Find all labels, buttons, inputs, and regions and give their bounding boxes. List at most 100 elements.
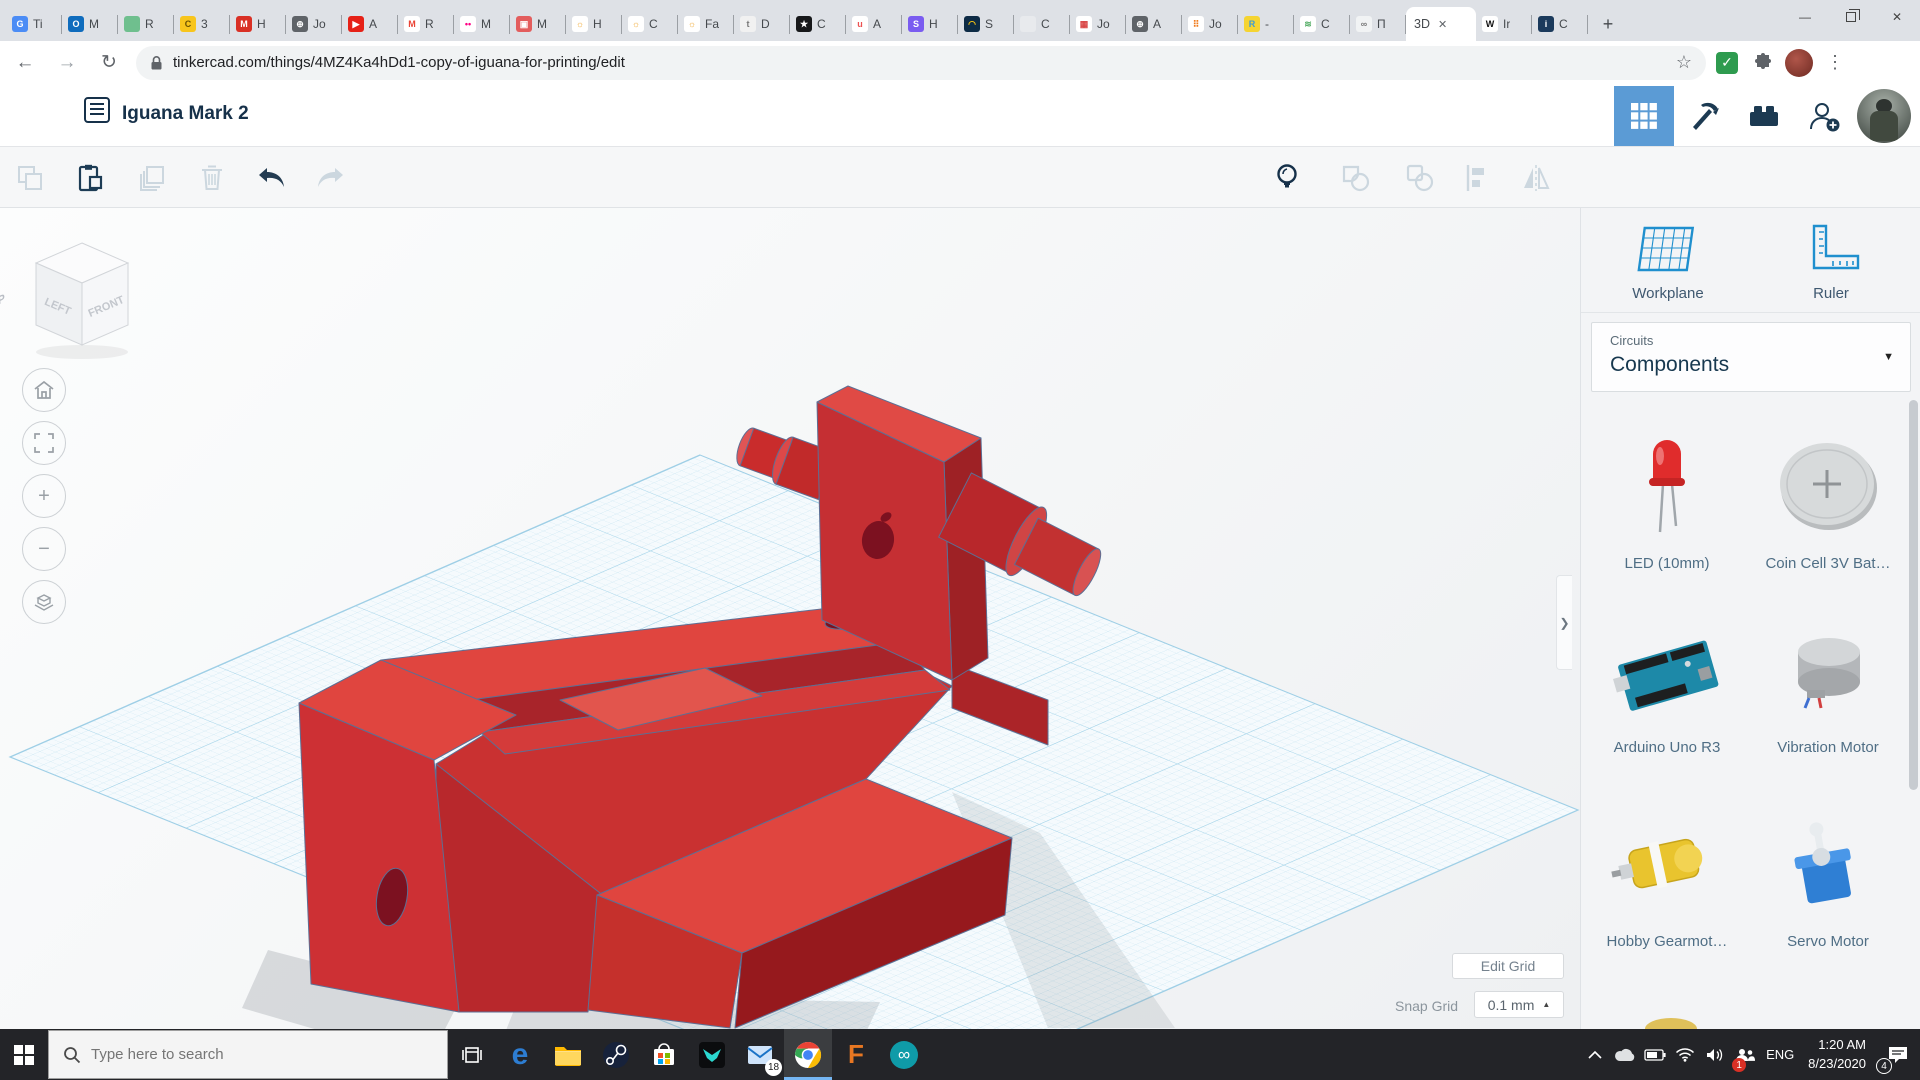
browser-tab[interactable]: ⊕ A [1126, 7, 1182, 41]
view-cube[interactable]: TOP LEFT FRONT [0, 243, 128, 359]
browser-tab[interactable]: t D [734, 7, 790, 41]
bookmark-star-icon[interactable]: ☆ [1676, 52, 1692, 73]
browser-tab[interactable]: ☼ C [622, 7, 678, 41]
mirror-button[interactable] [1518, 161, 1554, 195]
design-menu-button[interactable] [84, 97, 110, 123]
component-arduino[interactable]: Arduino Uno R3 [1592, 620, 1742, 756]
browser-tab[interactable]: ☼ Fa [678, 7, 734, 41]
panel-collapse-handle[interactable]: ❯ [1556, 575, 1572, 670]
browser-tab[interactable]: ≋ C [1294, 7, 1350, 41]
action-center-icon[interactable]: 4 [1876, 1029, 1920, 1080]
taskbar-fusion360[interactable]: F [832, 1029, 880, 1080]
component-coin-cell[interactable]: Coin Cell 3V Bat… [1753, 426, 1903, 572]
perspective-toggle-button[interactable] [22, 580, 66, 624]
taskbar-file-explorer[interactable] [544, 1029, 592, 1080]
browser-tab[interactable]: R [118, 7, 174, 41]
search-input[interactable] [91, 1046, 421, 1063]
browser-tab[interactable]: ▶ A [342, 7, 398, 41]
browser-profile-avatar[interactable] [1784, 48, 1814, 78]
browser-tab[interactable]: W Ir [1476, 7, 1532, 41]
people-icon[interactable]: 1 [1730, 1029, 1760, 1080]
onedrive-icon[interactable] [1610, 1029, 1640, 1080]
component-led[interactable]: LED (10mm) [1592, 426, 1742, 572]
volume-icon[interactable] [1700, 1029, 1730, 1080]
tinkercad-logo[interactable] [6, 87, 65, 146]
taskbar-steam[interactable] [592, 1029, 640, 1080]
group-button[interactable] [1338, 161, 1374, 195]
browser-tab[interactable]: S H [902, 7, 958, 41]
omnibox[interactable]: tinkercad.com/things/4MZ4Ka4hDd1-copy-of… [136, 46, 1706, 80]
browser-tab[interactable]: ∞ П [1350, 7, 1406, 41]
tab-close-icon[interactable]: ✕ [1438, 18, 1447, 31]
browser-tab[interactable]: M H [230, 7, 286, 41]
back-button[interactable]: ← [8, 46, 42, 80]
workplane-tool[interactable]: Workplane [1603, 222, 1733, 302]
invite-user-button[interactable] [1794, 86, 1854, 146]
browser-tab[interactable]: ⠿ Jo [1182, 7, 1238, 41]
browser-tab[interactable]: u A [846, 7, 902, 41]
ruler-tool[interactable]: Ruler [1766, 222, 1896, 302]
forward-button[interactable]: → [50, 46, 84, 80]
align-button[interactable] [1458, 161, 1494, 195]
copy-button[interactable] [12, 161, 48, 195]
wifi-icon[interactable] [1670, 1029, 1700, 1080]
taskbar-search[interactable] [48, 1030, 448, 1079]
component-servo-motor[interactable]: Servo Motor [1753, 814, 1903, 950]
window-minimize-button[interactable]: — [1782, 0, 1828, 34]
taskbar-clock[interactable]: 1:20 AM 8/23/2020 [1808, 1036, 1866, 1074]
taskbar-mail[interactable]: 18 [736, 1029, 784, 1080]
redo-button[interactable] [312, 161, 348, 195]
partial-component-thumbnail[interactable] [1641, 1016, 1701, 1029]
window-restore-button[interactable] [1828, 0, 1874, 34]
brick-export-button[interactable] [1734, 86, 1794, 146]
task-view-button[interactable] [448, 1029, 496, 1080]
browser-tab[interactable]: ★ C [790, 7, 846, 41]
battery-icon[interactable] [1640, 1029, 1670, 1080]
taskbar-predator-app[interactable] [688, 1029, 736, 1080]
browser-tab[interactable]: i C [1532, 7, 1588, 41]
component-category-dropdown[interactable]: Circuits Components ▼ [1591, 322, 1911, 392]
zoom-in-button[interactable]: + [22, 474, 66, 518]
delete-button[interactable] [194, 161, 230, 195]
3d-design-mode-button[interactable] [1614, 86, 1674, 146]
minecraft-export-button[interactable] [1674, 86, 1734, 146]
taskbar-arduino-ide[interactable]: ∞ [880, 1029, 928, 1080]
zoom-out-button[interactable]: − [22, 527, 66, 571]
browser-tab[interactable]: 3D ✕ [1406, 7, 1476, 41]
window-close-button[interactable]: ✕ [1874, 0, 1920, 34]
fit-view-button[interactable] [22, 421, 66, 465]
browser-tab[interactable]: C [1014, 7, 1070, 41]
snap-grid-dropdown[interactable]: 0.1 mm ▲ [1474, 991, 1564, 1018]
reload-button[interactable]: ↻ [92, 46, 126, 80]
panel-scrollbar[interactable] [1909, 208, 1918, 1029]
panel-scrollbar-thumb[interactable] [1909, 400, 1918, 790]
taskbar-ms-store[interactable] [640, 1029, 688, 1080]
language-indicator[interactable]: ENG [1760, 1029, 1800, 1080]
tray-chevron-icon[interactable] [1580, 1029, 1610, 1080]
taskbar-edge[interactable]: e [496, 1029, 544, 1080]
start-button[interactable] [0, 1029, 48, 1080]
browser-tab[interactable]: •• M [454, 7, 510, 41]
browser-tab[interactable]: ◠ S [958, 7, 1014, 41]
edit-grid-button[interactable]: Edit Grid [1452, 953, 1564, 979]
extensions-puzzle-icon[interactable] [1748, 48, 1778, 78]
browser-tab[interactable]: M R [398, 7, 454, 41]
3d-viewport[interactable]: TOP LEFT FRONT + − Edit Grid Snap Grid 0… [0, 208, 1580, 1029]
show-hide-button[interactable] [1269, 161, 1305, 195]
design-title[interactable]: Iguana Mark 2 [122, 103, 249, 125]
browser-tab[interactable]: R - [1238, 7, 1294, 41]
browser-tab[interactable]: ☼ H [566, 7, 622, 41]
new-tab-button[interactable]: + [1594, 10, 1622, 38]
browser-tab[interactable]: ▦ Jo [1070, 7, 1126, 41]
browser-tab[interactable]: ▣ M [510, 7, 566, 41]
user-avatar[interactable] [1854, 86, 1914, 146]
paste-button[interactable] [72, 161, 108, 195]
taskbar-chrome[interactable] [784, 1029, 832, 1080]
extension-check-icon[interactable]: ✓ [1712, 48, 1742, 78]
browser-tab[interactable]: C 3 [174, 7, 230, 41]
browser-tab[interactable]: O M [62, 7, 118, 41]
browser-menu-icon[interactable]: ⋮ [1820, 48, 1850, 78]
undo-button[interactable] [254, 161, 290, 195]
component-vibration-motor[interactable]: Vibration Motor [1753, 620, 1903, 756]
home-view-button[interactable] [22, 368, 66, 412]
